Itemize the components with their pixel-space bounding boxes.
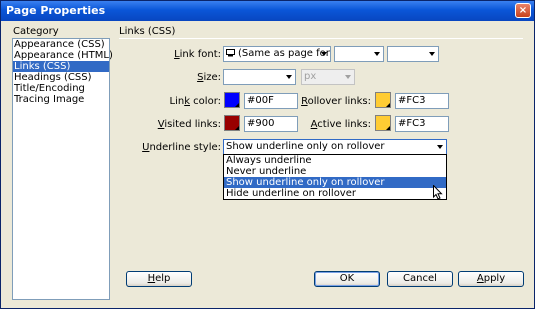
cancel-button[interactable]: Cancel <box>387 271 453 287</box>
size-select[interactable] <box>223 69 296 85</box>
option-never-underline[interactable]: Never underline <box>224 166 446 177</box>
category-list[interactable]: Appearance (CSS) Appearance (HTML) Links… <box>12 38 113 300</box>
mouse-pointer-icon <box>433 185 443 200</box>
chevron-down-icon <box>425 47 438 61</box>
ok-button[interactable]: OK <box>314 271 380 287</box>
rollover-links-label: Rollover links: <box>301 96 371 107</box>
category-item-appearance-css[interactable]: Appearance (CSS) <box>13 39 109 50</box>
section-title: Links (CSS) <box>119 26 176 37</box>
link-font-style-select[interactable] <box>334 46 384 62</box>
underline-style-value: Show underline only on rollover <box>226 141 385 152</box>
option-always-underline[interactable]: Always underline <box>224 155 446 166</box>
link-color-label: Link color: <box>169 96 221 107</box>
chevron-down-icon <box>433 140 446 154</box>
category-header: Category <box>13 26 59 37</box>
chevron-down-icon <box>282 70 295 84</box>
category-item-appearance-html[interactable]: Appearance (HTML) <box>13 50 113 61</box>
rollover-links-input[interactable]: #FC3 <box>395 93 449 109</box>
option-show-underline-on-rollover[interactable]: Show underline only on rollover <box>224 177 446 188</box>
rollover-links-swatch[interactable] <box>375 92 391 108</box>
underline-style-label: Underline style: <box>142 142 221 153</box>
category-item-title-encoding[interactable]: Title/Encoding <box>13 83 109 94</box>
computer-icon <box>226 49 235 57</box>
active-links-label: Active links: <box>310 119 371 130</box>
link-color-input[interactable]: #00F <box>244 93 298 109</box>
visited-links-input[interactable]: #900 <box>244 116 298 132</box>
link-color-swatch[interactable] <box>224 92 240 108</box>
chevron-down-icon <box>341 70 354 84</box>
page-properties-dialog: Page Properties × Category Appearance (C… <box>0 0 535 309</box>
window-title: Page Properties <box>6 4 106 17</box>
link-font-select[interactable]: (Same as page font) <box>223 46 331 62</box>
category-item-links-css[interactable]: Links (CSS) <box>13 61 109 72</box>
apply-button[interactable]: Apply <box>458 271 524 287</box>
link-font-weight-select[interactable] <box>387 46 439 62</box>
chevron-down-icon <box>370 47 383 61</box>
size-unit-select: px <box>301 69 355 85</box>
close-icon: × <box>518 5 528 16</box>
size-unit-value: px <box>304 71 317 82</box>
size-label: Size: <box>197 72 221 83</box>
section-divider <box>119 38 523 39</box>
help-button[interactable]: Help <box>126 271 192 287</box>
option-hide-underline-on-rollover[interactable]: Hide underline on rollover <box>224 188 446 199</box>
underline-style-dropdown[interactable]: Always underline Never underline Show un… <box>223 154 447 200</box>
close-button[interactable]: × <box>515 3 531 18</box>
link-font-label: Link font: <box>174 49 221 60</box>
visited-links-label: Visited links: <box>157 119 221 130</box>
active-links-swatch[interactable] <box>375 115 391 131</box>
chevron-down-icon <box>317 47 330 61</box>
category-item-headings-css[interactable]: Headings (CSS) <box>13 72 109 83</box>
underline-style-select[interactable]: Show underline only on rollover <box>223 139 447 155</box>
category-item-tracing-image[interactable]: Tracing Image <box>13 94 109 105</box>
active-links-input[interactable]: #FC3 <box>395 116 449 132</box>
visited-links-swatch[interactable] <box>224 115 240 131</box>
title-bar[interactable]: Page Properties × <box>1 1 534 21</box>
